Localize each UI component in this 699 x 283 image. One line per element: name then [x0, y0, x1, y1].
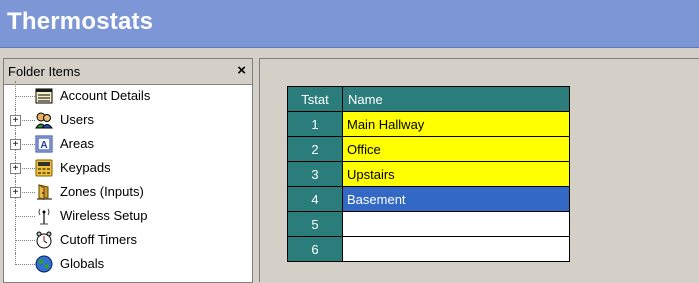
tstat-number: 2 — [287, 136, 343, 162]
users-icon — [35, 111, 53, 129]
title-bar: Thermostats — [0, 0, 699, 48]
tstat-name-cell[interactable]: Upstairs — [342, 161, 570, 187]
tree-item-globals[interactable]: Globals — [4, 253, 252, 277]
svg-text:A: A — [40, 140, 47, 151]
tree-item-areas[interactable]: + A Areas — [4, 133, 252, 157]
tstat-name-cell[interactable]: Office — [342, 136, 570, 162]
tree-item-label: Wireless Setup — [60, 208, 148, 223]
grid-header-row: Tstat Name — [287, 86, 570, 112]
table-row[interactable]: 2 Office — [287, 136, 570, 162]
tree-item-label: Zones (Inputs) — [60, 184, 144, 199]
tree-item-label: Areas — [60, 136, 94, 151]
expand-icon[interactable]: + — [10, 163, 21, 174]
tree-item-label: Account Details — [60, 88, 151, 103]
tstat-number: 6 — [287, 236, 343, 262]
expand-icon[interactable]: + — [10, 115, 21, 126]
expand-icon[interactable]: + — [10, 139, 21, 150]
window-title: Thermostats — [7, 8, 154, 35]
tree-item-wireless-setup[interactable]: Wireless Setup — [4, 205, 252, 229]
tree-item-keypads[interactable]: + Keypads — [4, 157, 252, 181]
column-header-name[interactable]: Name — [342, 86, 570, 112]
tstat-number: 4 — [287, 186, 343, 212]
tree-item-cutoff-timers[interactable]: Cutoff Timers — [4, 229, 252, 253]
tstat-name-cell[interactable]: Main Hallway — [342, 111, 570, 137]
zones-icon — [35, 183, 53, 201]
tstat-name-cell[interactable]: Basement — [342, 186, 570, 212]
tree-item-label: Keypads — [60, 160, 111, 175]
folder-pane-title: Folder Items — [8, 64, 81, 79]
tstat-number: 1 — [287, 111, 343, 137]
tree-item-users[interactable]: + Users — [4, 109, 252, 133]
column-header-tstat[interactable]: Tstat — [287, 86, 343, 112]
table-row[interactable]: 3 Upstairs — [287, 161, 570, 187]
thermostat-grid: Tstat Name 1 Main Hallway 2 Office 3 Ups… — [287, 86, 570, 262]
areas-icon: A — [35, 135, 53, 153]
table-row[interactable]: 5 — [287, 211, 570, 237]
tree-item-label: Globals — [60, 256, 105, 271]
timer-icon — [35, 231, 53, 249]
folder-pane: Folder Items × Account Details + Users +… — [3, 58, 253, 283]
tree-item-zones[interactable]: + Zones (Inputs) — [4, 181, 252, 205]
table-row-selected[interactable]: 4 Basement — [287, 186, 570, 212]
folder-pane-header: Folder Items × — [4, 59, 252, 85]
expand-icon[interactable]: + — [10, 187, 21, 198]
account-details-icon — [35, 87, 53, 105]
tstat-number: 5 — [287, 211, 343, 237]
tree-item-label: Cutoff Timers — [60, 232, 138, 247]
title-band — [0, 48, 699, 58]
tstat-number: 3 — [287, 161, 343, 187]
tree-item-account-details[interactable]: Account Details — [4, 81, 252, 109]
wireless-icon — [35, 207, 53, 225]
globe-icon — [35, 255, 53, 273]
tree-item-label: Users — [60, 112, 94, 127]
table-row[interactable]: 1 Main Hallway — [287, 111, 570, 137]
close-icon[interactable]: × — [237, 62, 246, 79]
tstat-name-cell[interactable] — [342, 236, 570, 262]
table-row[interactable]: 6 — [287, 236, 570, 262]
keypad-icon — [35, 159, 53, 177]
tstat-name-cell[interactable] — [342, 211, 570, 237]
